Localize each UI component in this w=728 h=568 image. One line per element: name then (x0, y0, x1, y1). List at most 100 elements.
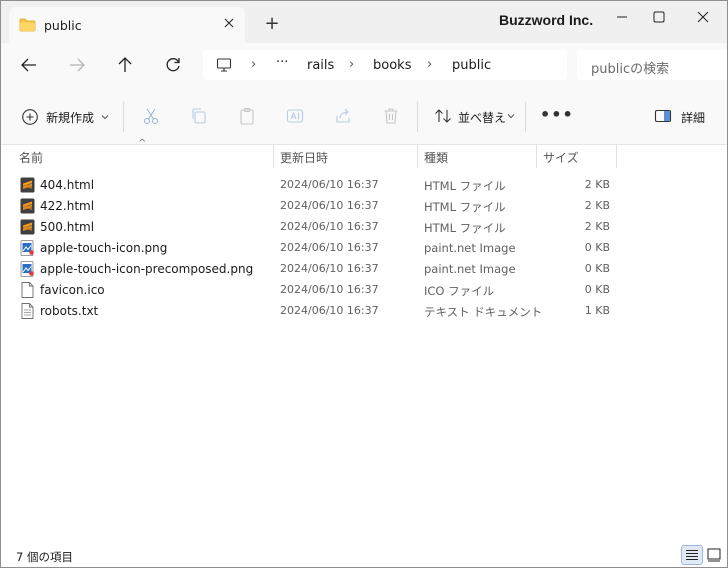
window-close-button[interactable] (693, 7, 713, 27)
address-bar[interactable]: › ··· rails › books › public (203, 50, 567, 80)
file-row[interactable]: 404.html 2024/06/10 16:37 HTML ファイル 2 KB (1, 175, 727, 196)
file-name: 404.html (40, 178, 95, 192)
column-divider[interactable] (616, 144, 617, 168)
more-options-button[interactable]: ••• (540, 105, 574, 124)
chevron-right-icon: › (427, 57, 433, 72)
details-view-button[interactable] (681, 545, 703, 565)
file-row[interactable]: favicon.ico 2024/06/10 16:37 ICO ファイル 0 KB (1, 280, 727, 301)
column-header-row: 名前 更新日時 種類 サイズ (1, 144, 727, 170)
search-box[interactable]: publicの検索 (577, 50, 727, 80)
maximize-button[interactable] (649, 7, 669, 27)
file-name: favicon.ico (40, 283, 105, 297)
sublime-icon (20, 177, 35, 193)
file-row[interactable]: apple-touch-icon-precomposed.png 2024/06/… (1, 259, 727, 280)
forward-button[interactable] (65, 53, 89, 77)
new-tab-button[interactable]: + (263, 15, 281, 33)
column-modified[interactable]: 更新日時 (280, 149, 328, 166)
toolbar-divider (417, 102, 418, 132)
chevron-right-icon: › (349, 57, 355, 72)
tab-title: public (44, 18, 82, 33)
rename-button[interactable] (285, 106, 305, 126)
file-modified: 2024/06/10 16:37 (280, 241, 379, 254)
file-row[interactable]: 500.html 2024/06/10 16:37 HTML ファイル 2 KB (1, 217, 727, 238)
clipboard-icon (240, 107, 254, 125)
file-size: 0 KB (584, 241, 610, 254)
search-placeholder: publicの検索 (591, 62, 670, 77)
sort-button[interactable] (433, 106, 453, 126)
file-name: apple-touch-icon.png (40, 241, 168, 255)
tab-public[interactable]: public (9, 7, 245, 43)
sublime-icon (20, 219, 35, 235)
file-modified: 2024/06/10 16:37 (280, 220, 379, 233)
sort-label[interactable]: 並べ替え (458, 109, 506, 126)
breadcrumb-books[interactable]: books (373, 58, 411, 73)
file-row[interactable]: robots.txt 2024/06/10 16:37 テキスト ドキュメント 1 K… (1, 301, 727, 322)
sort-icon (435, 109, 451, 123)
file-modified: 2024/06/10 16:37 (280, 304, 379, 317)
paintnet-image-icon (20, 261, 35, 277)
command-bar: 新規作成 並べ替え ••• 詳細 (1, 87, 727, 145)
arrow-up-icon (118, 57, 132, 72)
details-label[interactable]: 詳細 (681, 109, 705, 126)
column-size[interactable]: サイズ (543, 149, 579, 166)
file-modified: 2024/06/10 16:37 (280, 178, 379, 191)
file-type: テキスト ドキュメント (424, 305, 543, 319)
paste-button[interactable] (237, 106, 257, 126)
tab-close-button[interactable] (221, 15, 237, 31)
details-pane-button[interactable] (653, 106, 673, 126)
preview-view-icon (707, 548, 721, 562)
arrow-right-icon (70, 58, 85, 72)
new-item-label: 新規作成 (46, 111, 95, 125)
back-button[interactable] (17, 53, 41, 77)
column-divider[interactable] (536, 144, 537, 168)
breadcrumb-rails[interactable]: rails (307, 58, 334, 73)
blank-file-icon (20, 282, 35, 298)
tiles-view-button[interactable] (704, 545, 726, 565)
chevron-down-icon (507, 114, 515, 119)
minimize-button[interactable] (612, 7, 632, 27)
file-type: paint.net Image (424, 241, 516, 255)
refresh-button[interactable] (161, 53, 185, 77)
share-icon (336, 108, 350, 123)
file-size: 0 KB (584, 262, 610, 275)
file-type: HTML ファイル (424, 179, 506, 193)
copy-button[interactable] (189, 106, 209, 126)
file-row[interactable]: 422.html 2024/06/10 16:37 HTML ファイル 2 KB (1, 196, 727, 217)
column-name[interactable]: 名前 (19, 149, 43, 166)
delete-button[interactable] (381, 106, 401, 126)
file-size: 2 KB (584, 178, 610, 191)
sublime-icon (20, 198, 35, 214)
file-row[interactable]: apple-touch-icon.png 2024/06/10 16:37 pain… (1, 238, 727, 259)
file-modified: 2024/06/10 16:37 (280, 262, 379, 275)
file-size: 2 KB (584, 220, 610, 233)
title-bar: public + Buzzword Inc. (1, 1, 727, 43)
file-explorer-window: public + Buzzword Inc. › ··· rails › boo… (0, 0, 728, 568)
close-icon (224, 18, 234, 28)
rename-icon (286, 109, 304, 123)
file-name: 500.html (40, 220, 95, 234)
details-pane-icon (654, 109, 672, 123)
share-button[interactable] (333, 106, 353, 126)
file-type: ICO ファイル (424, 284, 495, 298)
column-divider[interactable] (417, 144, 418, 168)
file-name: robots.txt (40, 304, 99, 318)
scissors-icon (143, 108, 159, 125)
chevron-down-icon (101, 115, 109, 120)
breadcrumb-public[interactable]: public (452, 58, 491, 73)
minimize-icon (617, 16, 627, 18)
breadcrumb-overflow[interactable]: ··· (276, 55, 288, 70)
cut-button[interactable] (141, 106, 161, 126)
close-icon (697, 11, 709, 23)
plus-circle-icon (22, 109, 38, 125)
maximize-icon (653, 11, 665, 23)
up-button[interactable] (113, 53, 137, 77)
file-name: 422.html (40, 199, 95, 213)
file-type: paint.net Image (424, 262, 516, 276)
file-modified: 2024/06/10 16:37 (280, 283, 379, 296)
status-item-count: 7 個の項目 (16, 550, 73, 564)
copy-icon (192, 108, 206, 124)
file-type: HTML ファイル (424, 221, 506, 235)
column-type[interactable]: 種類 (424, 149, 448, 166)
column-divider[interactable] (273, 144, 274, 168)
file-modified: 2024/06/10 16:37 (280, 199, 379, 212)
